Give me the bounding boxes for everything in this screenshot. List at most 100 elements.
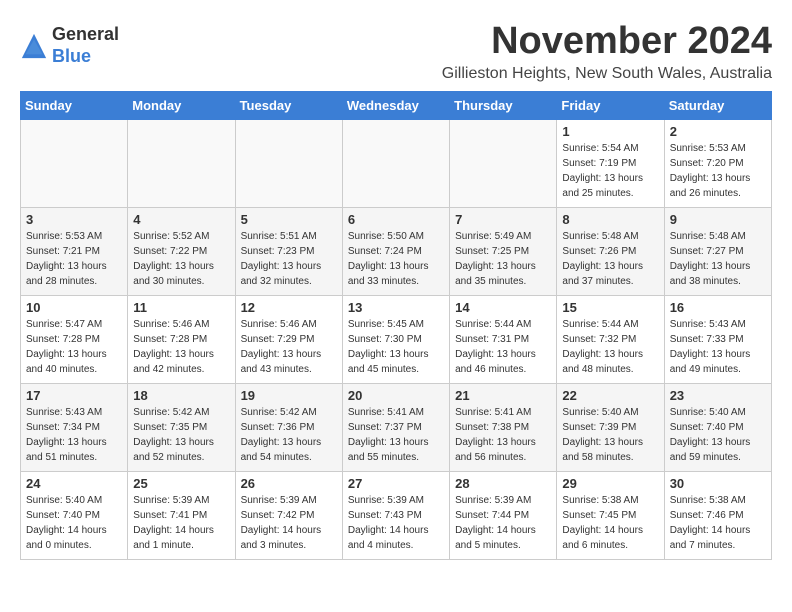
day-number: 10: [26, 300, 122, 315]
calendar-cell: 11 Sunrise: 5:46 AM Sunset: 7:28 PM Dayli…: [128, 296, 235, 384]
day-number: 5: [241, 212, 337, 227]
calendar-cell: 7Sunrise: 5:49 AM Sunset: 7:25 PM Daylig…: [450, 208, 557, 296]
calendar-cell: 19Sunrise: 5:42 AM Sunset: 7:36 PM Dayli…: [235, 384, 342, 472]
day-number: 2: [670, 124, 766, 139]
day-info: Sunrise: 5:39 AM Sunset: 7:42 PM Dayligh…: [241, 493, 337, 553]
day-info: Sunrise: 5:44 AM Sunset: 7:32 PM Dayligh…: [562, 317, 658, 377]
day-number: 18: [133, 388, 229, 403]
calendar-cell: 27 Sunrise: 5:39 AM Sunset: 7:43 PM Dayli…: [342, 472, 449, 560]
month-title: November 2024: [442, 20, 772, 63]
day-number: 21: [455, 388, 551, 403]
day-info: Sunrise: 5:51 AM Sunset: 7:23 PM Dayligh…: [241, 229, 337, 289]
calendar-cell: 30 Sunrise: 5:38 AM Sunset: 7:46 PM Dayli…: [664, 472, 771, 560]
calendar-cell: 22Sunrise: 5:40 AM Sunset: 7:39 PM Dayli…: [557, 384, 664, 472]
day-number: 12: [241, 300, 337, 315]
day-info: Sunrise: 5:45 AM Sunset: 7:30 PM Dayligh…: [348, 317, 444, 377]
day-number: 20: [348, 388, 444, 403]
day-number: 29: [562, 476, 658, 491]
calendar-cell: 18 Sunrise: 5:42 AM Sunset: 7:35 PM Dayli…: [128, 384, 235, 472]
day-info: Sunrise: 5:54 AM Sunset: 7:19 PM Dayligh…: [562, 141, 658, 201]
day-info: Sunrise: 5:46 AM Sunset: 7:28 PM Dayligh…: [133, 317, 229, 377]
day-info: Sunrise: 5:46 AM Sunset: 7:29 PM Dayligh…: [241, 317, 337, 377]
location-title: Gillieston Heights, New South Wales, Aus…: [442, 65, 772, 83]
calendar-cell: 10 Sunrise: 5:47 AM Sunset: 7:28 PM Dayli…: [21, 296, 128, 384]
calendar-cell: 17Sunrise: 5:43 AM Sunset: 7:34 PM Dayli…: [21, 384, 128, 472]
day-info: Sunrise: 5:43 AM Sunset: 7:34 PM Dayligh…: [26, 405, 122, 465]
calendar-row: 3 Sunrise: 5:53 AM Sunset: 7:21 PM Daylig…: [21, 208, 772, 296]
calendar-cell: 2 Sunrise: 5:53 AM Sunset: 7:20 PM Daylig…: [664, 120, 771, 208]
day-info: Sunrise: 5:49 AM Sunset: 7:25 PM Dayligh…: [455, 229, 551, 289]
day-info: Sunrise: 5:41 AM Sunset: 7:38 PM Dayligh…: [455, 405, 551, 465]
day-number: 4: [133, 212, 229, 227]
day-number: 22: [562, 388, 658, 403]
calendar-header: SundayMondayTuesdayWednesdayThursdayFrid…: [21, 92, 772, 120]
title-area: November 2024 Gillieston Heights, New So…: [442, 20, 772, 83]
day-number: 14: [455, 300, 551, 315]
header-cell: Tuesday: [235, 92, 342, 120]
day-number: 6: [348, 212, 444, 227]
day-info: Sunrise: 5:39 AM Sunset: 7:44 PM Dayligh…: [455, 493, 551, 553]
day-number: 13: [348, 300, 444, 315]
calendar-cell: 3 Sunrise: 5:53 AM Sunset: 7:21 PM Daylig…: [21, 208, 128, 296]
day-number: 11: [133, 300, 229, 315]
day-number: 3: [26, 212, 122, 227]
day-number: 1: [562, 124, 658, 139]
day-number: 25: [133, 476, 229, 491]
day-info: Sunrise: 5:44 AM Sunset: 7:31 PM Dayligh…: [455, 317, 551, 377]
header-cell: Friday: [557, 92, 664, 120]
day-number: 28: [455, 476, 551, 491]
day-info: Sunrise: 5:43 AM Sunset: 7:33 PM Dayligh…: [670, 317, 766, 377]
calendar-cell: [235, 120, 342, 208]
calendar-body: 1 Sunrise: 5:54 AM Sunset: 7:19 PM Daylig…: [21, 120, 772, 560]
calendar-cell: [128, 120, 235, 208]
calendar-cell: 29 Sunrise: 5:38 AM Sunset: 7:45 PM Dayli…: [557, 472, 664, 560]
header-cell: Thursday: [450, 92, 557, 120]
calendar-cell: [450, 120, 557, 208]
calendar-cell: 12 Sunrise: 5:46 AM Sunset: 7:29 PM Dayli…: [235, 296, 342, 384]
calendar-row: 17Sunrise: 5:43 AM Sunset: 7:34 PM Dayli…: [21, 384, 772, 472]
calendar-cell: 1 Sunrise: 5:54 AM Sunset: 7:19 PM Daylig…: [557, 120, 664, 208]
logo: General Blue: [20, 24, 119, 67]
calendar-cell: 5 Sunrise: 5:51 AM Sunset: 7:23 PM Daylig…: [235, 208, 342, 296]
header-cell: Wednesday: [342, 92, 449, 120]
calendar-cell: 9Sunrise: 5:48 AM Sunset: 7:27 PM Daylig…: [664, 208, 771, 296]
day-info: Sunrise: 5:47 AM Sunset: 7:28 PM Dayligh…: [26, 317, 122, 377]
day-info: Sunrise: 5:52 AM Sunset: 7:22 PM Dayligh…: [133, 229, 229, 289]
day-info: Sunrise: 5:50 AM Sunset: 7:24 PM Dayligh…: [348, 229, 444, 289]
day-number: 16: [670, 300, 766, 315]
calendar-cell: 15 Sunrise: 5:44 AM Sunset: 7:32 PM Dayli…: [557, 296, 664, 384]
calendar-cell: 24Sunrise: 5:40 AM Sunset: 7:40 PM Dayli…: [21, 472, 128, 560]
header-cell: Monday: [128, 92, 235, 120]
logo-icon: [20, 32, 48, 60]
calendar-cell: 4 Sunrise: 5:52 AM Sunset: 7:22 PM Daylig…: [128, 208, 235, 296]
day-number: 15: [562, 300, 658, 315]
day-info: Sunrise: 5:53 AM Sunset: 7:21 PM Dayligh…: [26, 229, 122, 289]
calendar-row: 24Sunrise: 5:40 AM Sunset: 7:40 PM Dayli…: [21, 472, 772, 560]
day-number: 26: [241, 476, 337, 491]
day-number: 30: [670, 476, 766, 491]
day-info: Sunrise: 5:38 AM Sunset: 7:46 PM Dayligh…: [670, 493, 766, 553]
day-info: Sunrise: 5:42 AM Sunset: 7:35 PM Dayligh…: [133, 405, 229, 465]
header-area: General Blue November 2024 Gillieston He…: [20, 20, 772, 83]
day-info: Sunrise: 5:38 AM Sunset: 7:45 PM Dayligh…: [562, 493, 658, 553]
calendar-cell: 6 Sunrise: 5:50 AM Sunset: 7:24 PM Daylig…: [342, 208, 449, 296]
day-info: Sunrise: 5:53 AM Sunset: 7:20 PM Dayligh…: [670, 141, 766, 201]
calendar-row: 10 Sunrise: 5:47 AM Sunset: 7:28 PM Dayli…: [21, 296, 772, 384]
calendar-cell: 26 Sunrise: 5:39 AM Sunset: 7:42 PM Dayli…: [235, 472, 342, 560]
header-cell: Sunday: [21, 92, 128, 120]
calendar-cell: 21 Sunrise: 5:41 AM Sunset: 7:38 PM Dayli…: [450, 384, 557, 472]
day-number: 27: [348, 476, 444, 491]
day-info: Sunrise: 5:39 AM Sunset: 7:41 PM Dayligh…: [133, 493, 229, 553]
calendar-cell: [342, 120, 449, 208]
day-number: 24: [26, 476, 122, 491]
calendar-cell: 20Sunrise: 5:41 AM Sunset: 7:37 PM Dayli…: [342, 384, 449, 472]
header-cell: Saturday: [664, 92, 771, 120]
day-info: Sunrise: 5:39 AM Sunset: 7:43 PM Dayligh…: [348, 493, 444, 553]
day-info: Sunrise: 5:42 AM Sunset: 7:36 PM Dayligh…: [241, 405, 337, 465]
calendar-cell: 25 Sunrise: 5:39 AM Sunset: 7:41 PM Dayli…: [128, 472, 235, 560]
calendar-row: 1 Sunrise: 5:54 AM Sunset: 7:19 PM Daylig…: [21, 120, 772, 208]
logo-blue: Blue: [52, 46, 119, 68]
calendar-cell: 16 Sunrise: 5:43 AM Sunset: 7:33 PM Dayli…: [664, 296, 771, 384]
day-info: Sunrise: 5:48 AM Sunset: 7:27 PM Dayligh…: [670, 229, 766, 289]
day-number: 23: [670, 388, 766, 403]
